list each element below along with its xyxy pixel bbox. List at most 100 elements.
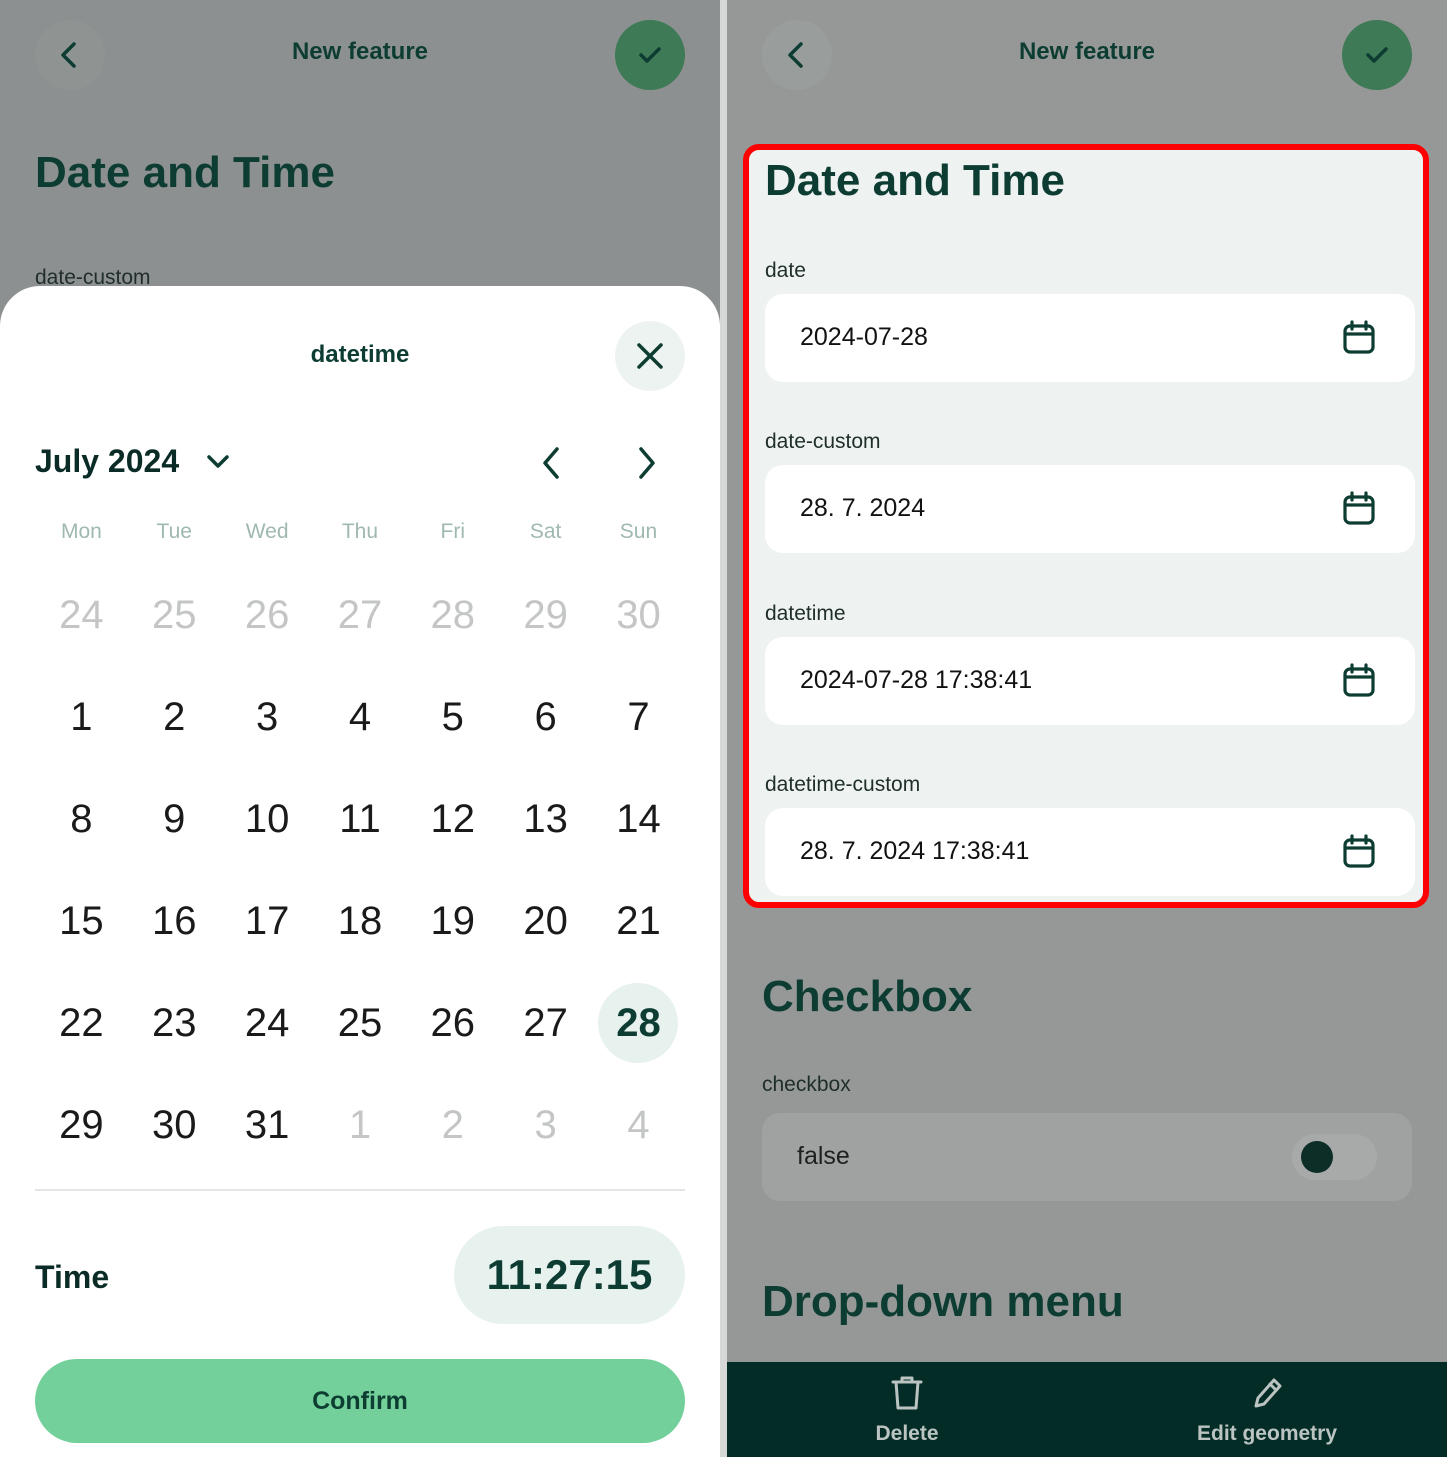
calendar-day-selected[interactable]: 28: [592, 972, 685, 1074]
field-label-datetime: datetime: [765, 602, 846, 625]
calendar-day[interactable]: 14: [592, 768, 685, 870]
weekday-label: Thu: [341, 520, 379, 543]
calendar-day[interactable]: 29: [499, 564, 592, 666]
next-month-button[interactable]: [624, 441, 668, 485]
time-picker-button[interactable]: 11:27:15: [454, 1226, 685, 1324]
bottom-action-bar: Delete Edit geometry: [727, 1362, 1447, 1457]
calendar-day[interactable]: 13: [499, 768, 592, 870]
close-button[interactable]: [615, 321, 685, 391]
calendar-day[interactable]: 9: [128, 768, 221, 870]
calendar-day-number: 10: [244, 796, 290, 841]
calendar-day[interactable]: 25: [314, 972, 407, 1074]
calendar-day[interactable]: 26: [221, 564, 314, 666]
calendar-day[interactable]: 24: [35, 564, 128, 666]
calendar-day-number: 26: [244, 592, 290, 637]
calendar-day-number: 2: [163, 694, 186, 739]
divider: [35, 1189, 685, 1191]
month-selector[interactable]: July 2024: [35, 443, 179, 480]
calendar-day-number: 16: [152, 898, 197, 943]
checkbox-toggle[interactable]: [1292, 1134, 1377, 1180]
chevron-down-icon[interactable]: [205, 452, 231, 472]
date-field[interactable]: 2024-07-28: [765, 294, 1415, 382]
check-icon: [1366, 47, 1388, 63]
calendar-day[interactable]: 19: [406, 870, 499, 972]
calendar-day[interactable]: 15: [35, 870, 128, 972]
section-title-date-time: Date and Time: [35, 148, 335, 197]
calendar-day-number: 14: [616, 796, 661, 841]
calendar-day[interactable]: 11: [314, 768, 407, 870]
datetime-picker-sheet: datetime July 2024 Mon Tue Wed Thu Fri S…: [0, 286, 720, 1457]
back-button[interactable]: [762, 20, 832, 90]
picker-title: datetime: [310, 341, 410, 368]
calendar-day[interactable]: 7: [592, 666, 685, 768]
chevron-left-icon: [61, 42, 76, 68]
previous-month-button[interactable]: [530, 441, 574, 485]
calendar-day[interactable]: 27: [314, 564, 407, 666]
calendar-day[interactable]: 2: [406, 1074, 499, 1176]
chevron-left-icon: [543, 447, 559, 479]
calendar-day[interactable]: 30: [592, 564, 685, 666]
checkbox-field[interactable]: false: [762, 1113, 1412, 1201]
edit-geometry-button[interactable]: Edit geometry: [1087, 1362, 1447, 1457]
calendar-day[interactable]: 6: [499, 666, 592, 768]
datetime-field-value: 2024-07-28 17:38:41: [800, 666, 1033, 694]
calendar-day[interactable]: 26: [406, 972, 499, 1074]
calendar-day[interactable]: 3: [499, 1074, 592, 1176]
calendar-day[interactable]: 28: [406, 564, 499, 666]
calendar-day[interactable]: 25: [128, 564, 221, 666]
weekday-header: Mon Tue Wed Thu Fri Sat Sun: [35, 520, 685, 544]
calendar-day[interactable]: 21: [592, 870, 685, 972]
calendar-day[interactable]: 18: [314, 870, 407, 972]
calendar-day[interactable]: 5: [406, 666, 499, 768]
calendar-day[interactable]: 1: [35, 666, 128, 768]
calendar-day[interactable]: 2: [128, 666, 221, 768]
calendar-day-number: 6: [534, 694, 557, 739]
date-field-value: 2024-07-28: [800, 323, 928, 351]
calendar-day-number: 20: [523, 898, 568, 943]
calendar-icon[interactable]: [1341, 834, 1377, 870]
calendar-icon[interactable]: [1341, 491, 1377, 527]
delete-label: Delete: [875, 1422, 939, 1445]
calendar-day[interactable]: 3: [221, 666, 314, 768]
chevron-left-icon: [788, 42, 803, 68]
calendar-day[interactable]: 20: [499, 870, 592, 972]
datetime-field[interactable]: 2024-07-28 17:38:41: [765, 637, 1415, 725]
date-custom-field[interactable]: 28. 7. 2024: [765, 465, 1415, 553]
save-button[interactable]: [615, 20, 685, 90]
save-button[interactable]: [1342, 20, 1412, 90]
weekday-label: Mon: [60, 520, 102, 543]
calendar-day[interactable]: 8: [35, 768, 128, 870]
calendar-day[interactable]: 12: [406, 768, 499, 870]
calendar-icon[interactable]: [1341, 320, 1377, 356]
section-title-date-time: Date and Time: [765, 156, 1065, 205]
calendar-day[interactable]: 10: [221, 768, 314, 870]
back-button[interactable]: [35, 20, 105, 90]
delete-button[interactable]: Delete: [727, 1362, 1087, 1457]
calendar-day-number: 23: [152, 1000, 197, 1045]
calendar-day[interactable]: 27: [499, 972, 592, 1074]
calendar-day[interactable]: 22: [35, 972, 128, 1074]
confirm-button[interactable]: Confirm: [35, 1359, 685, 1443]
datetime-custom-field[interactable]: 28. 7. 2024 17:38:41: [765, 808, 1415, 896]
calendar-day[interactable]: 16: [128, 870, 221, 972]
calendar-day[interactable]: 23: [128, 972, 221, 1074]
calendar-day[interactable]: 17: [221, 870, 314, 972]
calendar-day[interactable]: 29: [35, 1074, 128, 1176]
time-label: Time: [35, 1259, 110, 1295]
date-time-section-highlight: Date and Time date date-custom datetime …: [743, 144, 1429, 908]
calendar-day-number: 12: [430, 796, 476, 841]
calendar-day[interactable]: 24: [221, 972, 314, 1074]
datetime-custom-field-value: 28. 7. 2024 17:38:41: [800, 837, 1030, 865]
calendar-day[interactable]: 1: [314, 1074, 407, 1176]
calendar-day-number: 1: [348, 1102, 372, 1147]
calendar-day[interactable]: 31: [221, 1074, 314, 1176]
weekday-label: Wed: [245, 520, 289, 543]
close-icon: [637, 343, 663, 369]
calendar-day[interactable]: 30: [128, 1074, 221, 1176]
calendar-day[interactable]: 4: [592, 1074, 685, 1176]
field-label-datetime-custom: datetime-custom: [765, 773, 921, 796]
calendar-day-number: 18: [337, 898, 383, 943]
calendar-day[interactable]: 4: [314, 666, 407, 768]
calendar-day-number: 25: [337, 1000, 383, 1045]
calendar-icon[interactable]: [1341, 663, 1377, 699]
